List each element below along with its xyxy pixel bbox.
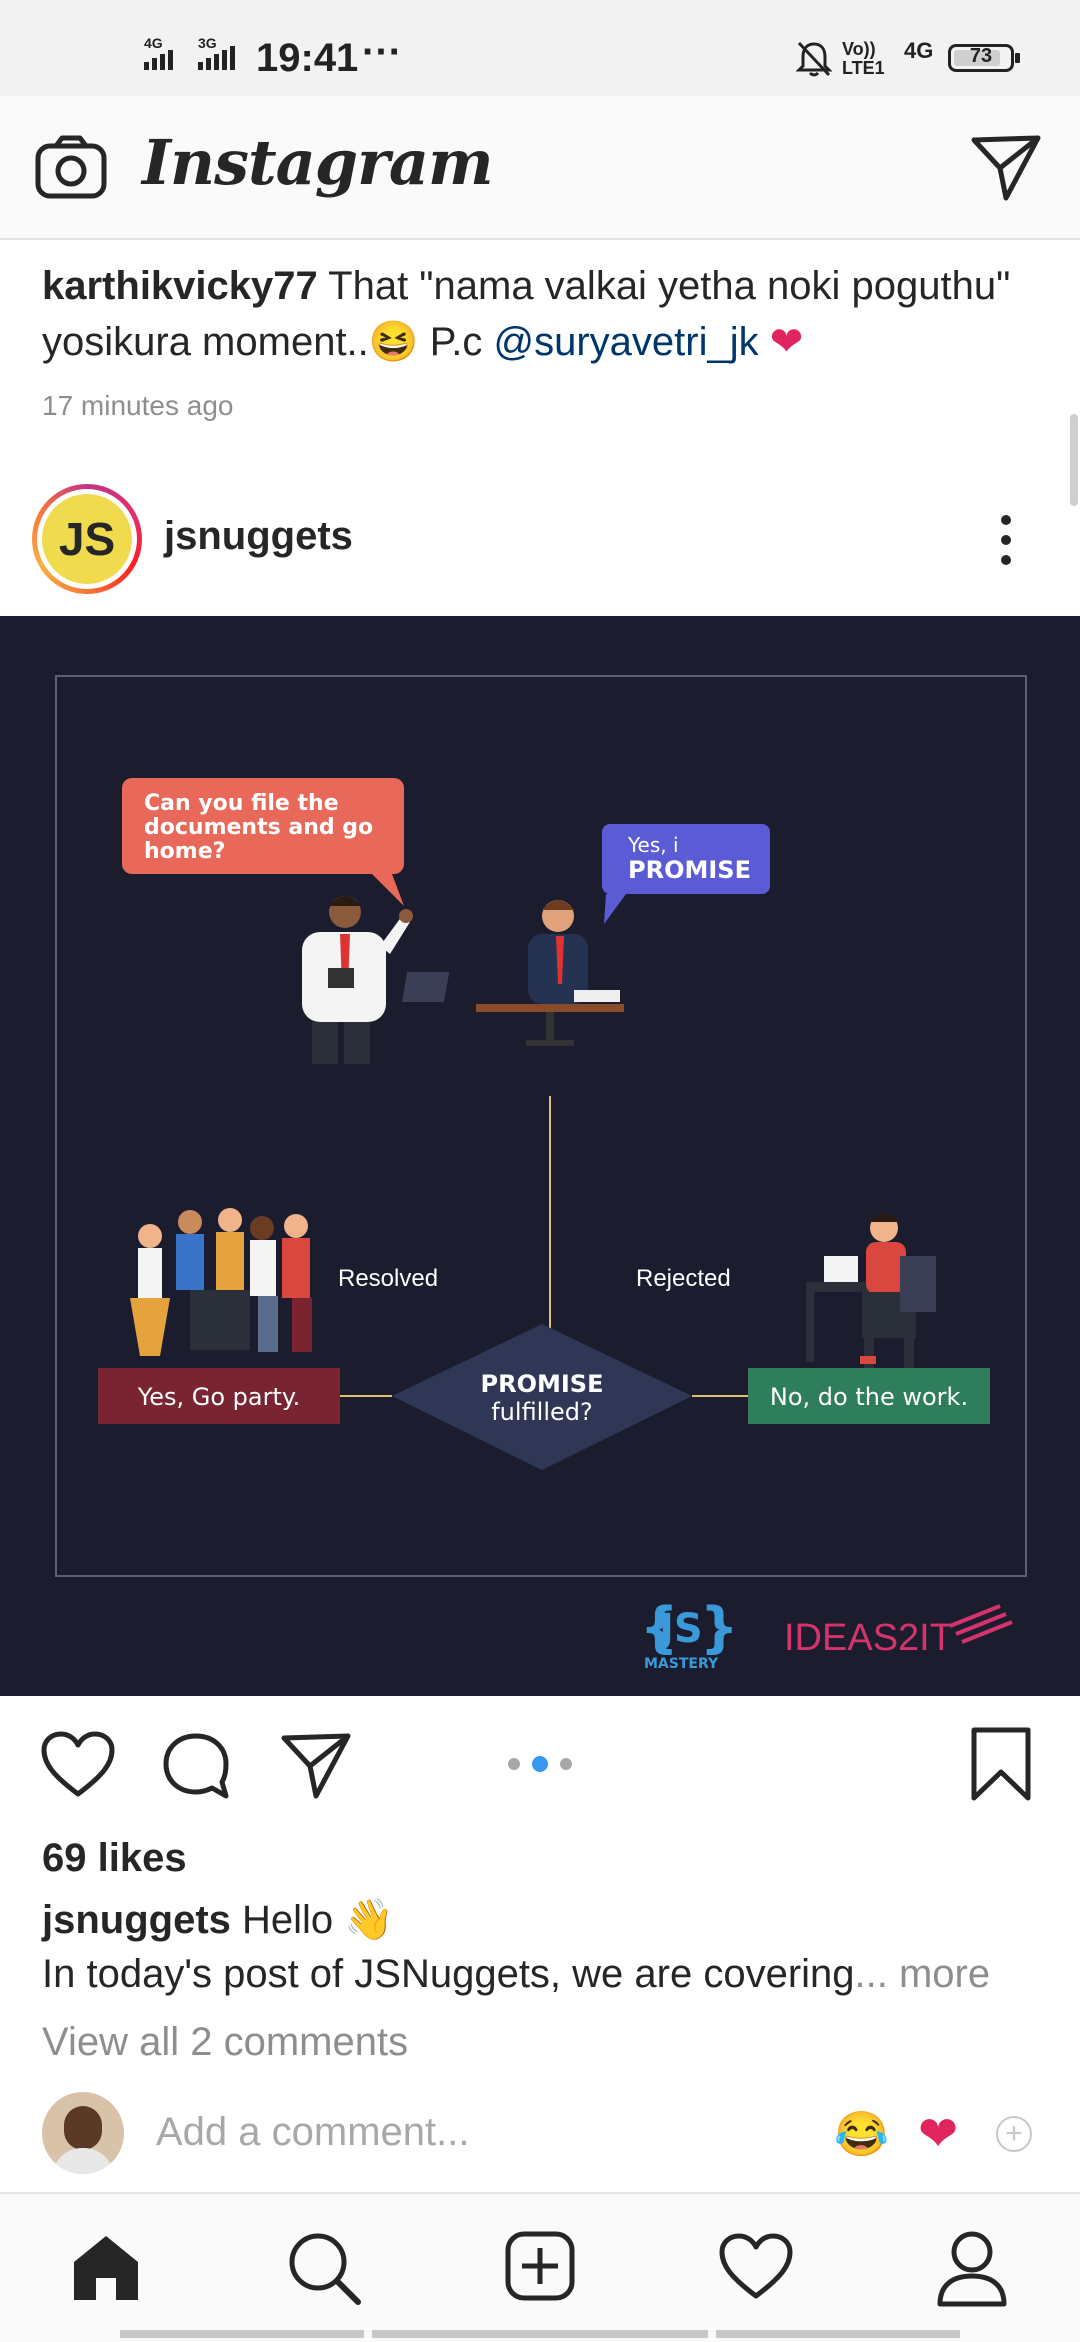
direct-message-icon[interactable] (970, 132, 1042, 207)
js-brand-sub: MASTERY (644, 1656, 719, 1672)
working-illustration (806, 1213, 936, 1378)
party-illustration (130, 1208, 312, 1356)
status-bar: 4G 3G 19:41 ··· Vo)) LTE1 4G 73 (0, 0, 1080, 96)
more-link[interactable]: ... more (855, 1952, 991, 1996)
caption-pc: P.c (418, 320, 494, 364)
bubble-right-big: PROMISE (628, 856, 751, 884)
post-username[interactable]: jsnuggets (164, 514, 353, 559)
activity-heart-icon[interactable] (718, 2232, 794, 2307)
avatar-story-ring[interactable]: JS (32, 484, 142, 594)
carousel-indicator (506, 1754, 576, 1779)
result-box-resolved: Yes, Go party. (98, 1368, 340, 1424)
result-box-rejected: No, do the work. (748, 1368, 990, 1424)
js-mastery-logo: { } JS MASTERY (640, 1596, 738, 1672)
caption-line2-text: In today's post of JSNuggets, we are cov… (42, 1952, 855, 1996)
volte-indicator: Vo)) LTE1 (842, 39, 885, 78)
post-caption: jsnuggets Hello 👋 (42, 1896, 394, 1943)
previous-post-timestamp: 17 minutes ago (42, 390, 234, 421)
post-caption-line2: In today's post of JSNuggets, we are cov… (42, 1952, 990, 1997)
svg-text:3G: 3G (198, 35, 217, 51)
waving-hand-emoji: 👋 (344, 1898, 395, 1942)
promise-diagram: Can you file the documents and go home? … (55, 675, 1027, 1672)
bubble-left-line2: documents and go (144, 815, 373, 840)
js-brand: JS (656, 1606, 703, 1652)
add-comment-input[interactable]: Add a comment... (156, 2110, 469, 2155)
caption-text: Hello (230, 1898, 345, 1942)
mute-bell-icon (795, 40, 833, 83)
profile-icon[interactable] (934, 2228, 1010, 2313)
battery-level: 73 (969, 45, 993, 67)
home-icon[interactable] (70, 2232, 142, 2307)
save-bookmark-icon[interactable] (968, 1726, 1034, 1807)
camera-icon[interactable] (34, 134, 108, 205)
new-post-icon[interactable] (504, 2230, 576, 2307)
likes-count[interactable]: 69 likes (42, 1836, 187, 1881)
diamond-line2: fulfilled? (491, 1398, 593, 1426)
label-resolved: Resolved (338, 1265, 438, 1292)
svg-text:}: } (700, 1596, 738, 1659)
battery-icon: 73 (948, 44, 1020, 72)
carousel-dot-1 (508, 1758, 520, 1770)
laughing-emoji: 😆 (368, 320, 419, 364)
manager-illustration (302, 896, 413, 1064)
signal-icon-1: 4G (144, 34, 184, 79)
status-more-dots: ··· (362, 30, 402, 74)
gesture-bar-segment (120, 2330, 364, 2338)
box-right-text: No, do the work. (770, 1383, 968, 1411)
network-indicator: 4G (904, 38, 934, 63)
view-all-comments-link[interactable]: View all 2 comments (42, 2020, 408, 2065)
avatar (42, 2092, 124, 2174)
ideas2it-logo: IDEAS2IT (784, 1604, 1013, 1659)
bubble-left-line3: home? (144, 839, 225, 864)
like-heart-icon[interactable] (40, 1730, 116, 1805)
comment-bubble-icon[interactable] (160, 1730, 232, 1807)
diamond-line1: PROMISE (481, 1370, 604, 1398)
bubble-left-line1: Can you file the (144, 791, 339, 816)
share-send-icon[interactable] (280, 1730, 352, 1805)
app-header: Instagram (0, 96, 1080, 240)
bubble-right-small: Yes, i (627, 833, 679, 857)
label-rejected: Rejected (636, 1265, 731, 1292)
status-time: 19:41 (256, 36, 359, 80)
ideas2it-brand: IDEAS2IT (784, 1617, 953, 1659)
avatar: JS (42, 494, 132, 584)
speech-bubble-left: Can you file the documents and go home? (122, 778, 404, 906)
previous-post-caption: karthikvicky77 That "nama valkai yetha n… (42, 258, 1052, 370)
caption-text-line2: yosikura moment.. (42, 320, 369, 364)
quick-reaction-heart[interactable]: ❤ (918, 2106, 958, 2162)
box-left-text: Yes, Go party. (137, 1383, 301, 1411)
decision-diamond: PROMISE fulfilled? (392, 1324, 692, 1470)
more-options-icon[interactable] (996, 514, 1016, 566)
svg-text:4G: 4G (144, 35, 163, 51)
caption-text: That "nama valkai yetha noki poguthu" (317, 264, 1011, 308)
caption-username[interactable]: jsnuggets (42, 1898, 231, 1942)
gesture-bar-segment (716, 2330, 960, 2338)
scrollbar[interactable] (1070, 414, 1078, 506)
carousel-dot-2-active (532, 1756, 548, 1772)
previous-post-username[interactable]: karthikvicky77 (42, 264, 318, 308)
search-icon[interactable] (286, 2230, 362, 2311)
signal-icon-2: 3G (198, 34, 246, 79)
speech-bubble-right: Yes, i PROMISE (602, 824, 770, 924)
app-title-logo: Instagram (142, 126, 494, 199)
bottom-navigation (0, 2192, 1080, 2342)
carousel-dot-3 (560, 1758, 572, 1770)
employee-illustration (401, 900, 624, 1046)
heart-emoji: ❤ (769, 320, 804, 364)
post-image[interactable]: Can you file the documents and go home? … (0, 616, 1080, 1696)
gesture-bar-segment (372, 2330, 708, 2338)
mention-link[interactable]: @suryavetri_jk (493, 320, 758, 364)
quick-reaction-laugh[interactable]: 😂 (834, 2108, 889, 2160)
add-reaction-button[interactable]: + (996, 2116, 1032, 2152)
